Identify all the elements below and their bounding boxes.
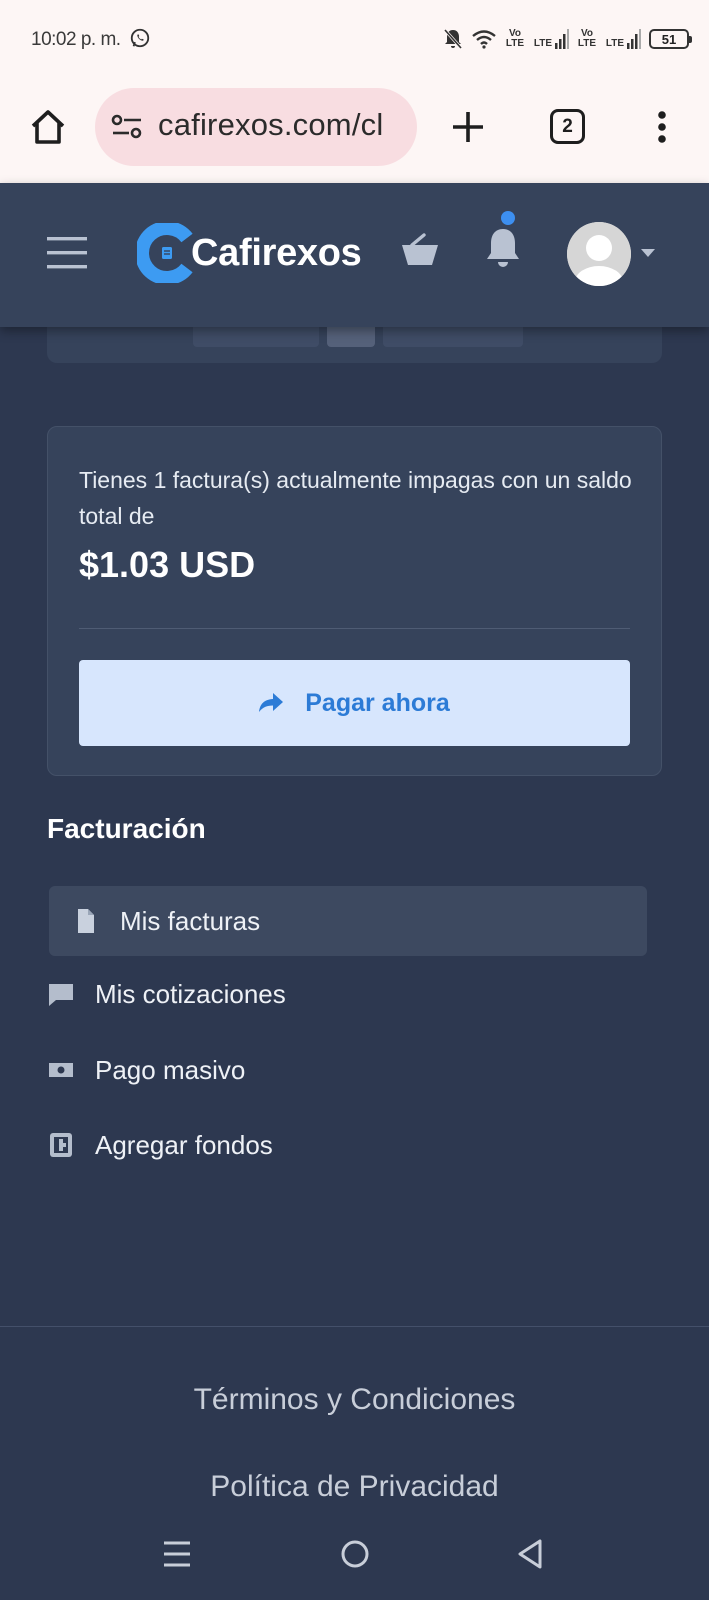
notification-dot (501, 211, 515, 225)
battery-icon: 51 (649, 29, 692, 49)
comment-icon (49, 984, 73, 1006)
logo-icon (137, 223, 193, 283)
chevron-down-icon[interactable] (641, 248, 655, 258)
terms-link[interactable]: Términos y Condiciones (0, 1383, 709, 1417)
whatsapp-icon (130, 28, 150, 48)
divider (79, 628, 630, 629)
status-time: 10:02 p. m. (31, 29, 121, 50)
volte-label: Vo LTE (577, 28, 597, 49)
privacy-link[interactable]: Política de Privacidad (0, 1470, 709, 1504)
status-bar: 10:02 p. m. Vo LTE LTE Vo LTE LTE 51 (0, 0, 709, 80)
document-icon (78, 909, 94, 933)
mute-icon (443, 29, 463, 49)
funds-icon (50, 1133, 72, 1157)
browser-toolbar: cafirexos.com/cl 2 (0, 80, 709, 183)
money-icon (49, 1063, 73, 1077)
user-icon (567, 222, 631, 286)
billing-item-my-quotes[interactable]: Mis cotizaciones (49, 974, 286, 1014)
site-header: Cafirexos (0, 183, 709, 327)
wifi-icon (472, 30, 496, 49)
tab-switcher-button[interactable]: 2 (550, 109, 585, 144)
new-tab-icon[interactable] (449, 108, 487, 146)
battery-level: 51 (661, 31, 677, 47)
brand-name: Cafirexos (191, 231, 362, 274)
site-settings-icon[interactable] (111, 112, 143, 142)
system-nav-bar (0, 1515, 709, 1600)
hamburger-menu-icon[interactable] (47, 235, 87, 271)
billing-item-add-funds[interactable]: Agregar fondos (49, 1125, 273, 1165)
billing-item-mass-payment[interactable]: Pago masivo (49, 1050, 245, 1090)
signal-icon (627, 29, 641, 49)
pay-now-label: Pagar ahora (305, 688, 450, 717)
share-arrow-icon (259, 693, 284, 712)
billing-item-label: Mis cotizaciones (95, 978, 286, 1009)
billing-item-label: Pago masivo (95, 1054, 246, 1085)
user-avatar[interactable] (567, 222, 631, 286)
unpaid-message: Tienes 1 factura(s) actualmente impagas … (79, 467, 632, 529)
lte-label: LTE (533, 38, 553, 49)
home-icon[interactable] (28, 107, 68, 147)
more-menu-icon[interactable] (652, 107, 672, 147)
home-circle-icon[interactable] (338, 1537, 372, 1571)
unpaid-invoices-card: Tienes 1 factura(s) actualmente impagas … (47, 426, 662, 776)
volte-label: Vo LTE (505, 28, 525, 49)
billing-section-title: Facturación (47, 813, 206, 844)
tab-count: 2 (562, 115, 573, 137)
back-icon[interactable] (514, 1537, 548, 1571)
billing-item-label: Agregar fondos (95, 1129, 273, 1160)
url-text[interactable]: cafirexos.com/cl (158, 107, 383, 143)
lte-label: LTE (605, 38, 625, 49)
signal-icon (555, 29, 569, 49)
unpaid-amount: $1.03 USD (79, 544, 256, 585)
address-bar[interactable]: cafirexos.com/cl (95, 88, 417, 166)
billing-item-label: Mis facturas (120, 905, 261, 936)
notifications-bell-icon[interactable] (482, 225, 524, 271)
cart-icon[interactable] (400, 233, 440, 269)
brand-logo[interactable]: Cafirexos (137, 221, 362, 285)
pay-now-button[interactable]: Pagar ahora (79, 660, 630, 746)
footer-divider (0, 1326, 709, 1327)
recent-apps-icon[interactable] (160, 1537, 194, 1571)
billing-item-my-invoices[interactable]: Mis facturas (49, 886, 647, 956)
